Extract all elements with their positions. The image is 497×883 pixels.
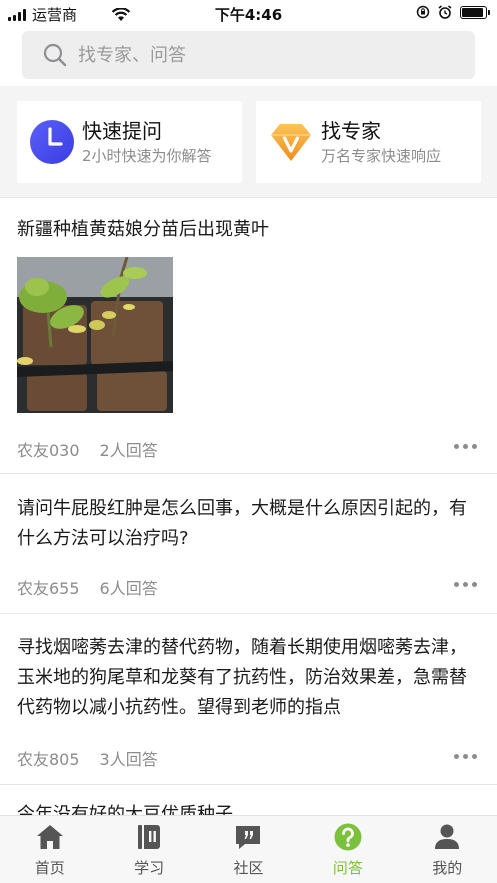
author-name: 农友805	[17, 750, 80, 769]
clock-icon	[30, 120, 74, 164]
search-icon	[43, 43, 67, 67]
search-area	[0, 26, 497, 86]
question-image[interactable]	[17, 257, 173, 413]
search-bar[interactable]	[22, 31, 475, 79]
question-meta: 农友030 2人回答	[17, 437, 158, 461]
find-expert-subtitle: 万名专家快速响应	[321, 147, 442, 165]
alarm-icon	[438, 5, 452, 19]
find-expert-card[interactable]: 找专家 万名专家快速响应	[256, 101, 481, 183]
rotation-lock-icon	[416, 5, 430, 19]
more-icon[interactable]	[454, 444, 477, 449]
author-name: 农友655	[17, 579, 80, 598]
question-circle-icon	[334, 823, 362, 851]
book-icon	[138, 825, 161, 849]
question-item[interactable]: 新疆种植黄菇娘分苗后出现黄叶 农友030 2人回答	[0, 198, 497, 474]
status-bar: 运营商 下午4:46	[0, 0, 497, 26]
tab-label: 首页	[34, 859, 65, 877]
find-expert-title: 找专家	[321, 119, 381, 143]
status-bar-right	[416, 5, 490, 19]
more-icon[interactable]	[454, 582, 477, 587]
tab-community[interactable]: 社区	[199, 816, 298, 883]
answer-count: 6人回答	[99, 579, 158, 598]
search-input[interactable]	[78, 44, 438, 66]
chat-quote-icon	[236, 826, 261, 849]
tab-me[interactable]: 我的	[398, 816, 497, 883]
question-title: 寻找烟嘧莠去津的替代药物，随着长期使用烟嘧莠去津，玉米地的狗尾草和龙葵有了抗药性…	[17, 637, 467, 718]
question-meta: 农友805 3人回答	[17, 746, 158, 770]
bottom-tab-bar: 首页 学习 社区 问答 我的	[0, 815, 497, 883]
answer-count: 3人回答	[99, 750, 158, 769]
diamond-v-icon	[271, 124, 311, 161]
tab-label: 问答	[332, 859, 363, 877]
question-item[interactable]: 寻找烟嘧莠去津的替代药物，随着长期使用烟嘧莠去津，玉米地的狗尾草和龙葵有了抗药性…	[0, 614, 497, 785]
home-icon	[36, 825, 63, 849]
quick-actions: 快速提问 2小时快速为你解答 找专家 万名专家快速响应	[0, 86, 497, 198]
quick-ask-card[interactable]: 快速提问 2小时快速为你解答	[17, 101, 242, 183]
question-title: 请问牛屁股红肿是怎么回事，大概是什么原因引起的，有什么方法可以治疗吗?	[17, 498, 467, 549]
quick-ask-subtitle: 2小时快速为你解答	[82, 147, 212, 165]
question-title: 新疆种植黄菇娘分苗后出现黄叶	[17, 219, 269, 240]
tab-home[interactable]: 首页	[0, 816, 99, 883]
question-feed: 新疆种植黄菇娘分苗后出现黄叶 农友030 2人回答 请问牛屁股红肿是怎么回事，大…	[0, 198, 497, 815]
tab-qa[interactable]: 问答	[298, 816, 397, 883]
question-title: 今年没有好的大豆优质种子	[17, 804, 233, 815]
question-item[interactable]: 请问牛屁股红肿是怎么回事，大概是什么原因引起的，有什么方法可以治疗吗? 农友65…	[0, 474, 497, 614]
more-icon[interactable]	[454, 754, 477, 759]
battery-icon	[460, 5, 490, 19]
tab-label: 学习	[134, 859, 165, 877]
user-icon	[435, 824, 460, 849]
tab-study[interactable]: 学习	[99, 816, 198, 883]
quick-ask-title: 快速提问	[82, 119, 162, 143]
tab-label: 社区	[233, 859, 264, 877]
author-name: 农友030	[17, 441, 80, 460]
answer-count: 2人回答	[99, 441, 158, 460]
question-item[interactable]: 今年没有好的大豆优质种子	[0, 785, 497, 815]
tab-label: 我的	[432, 859, 463, 877]
question-meta: 农友655 6人回答	[17, 575, 158, 599]
